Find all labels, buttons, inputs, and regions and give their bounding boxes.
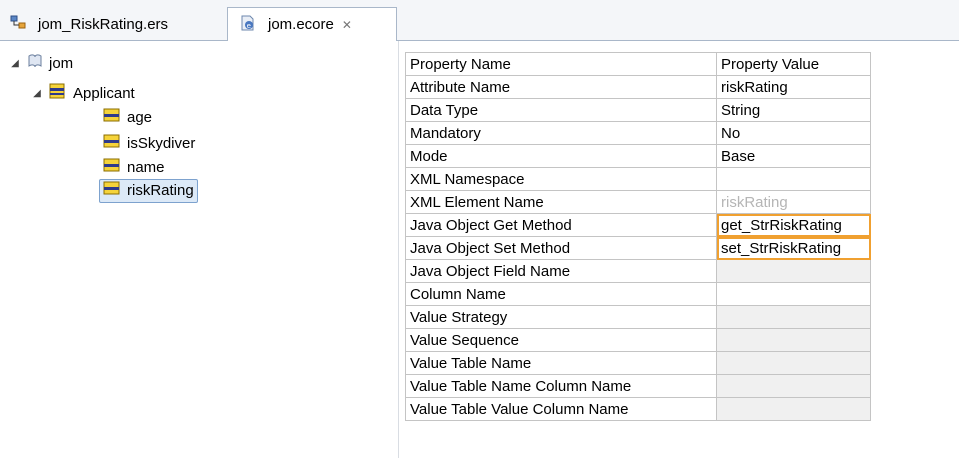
table-row[interactable]: XML Element Name riskRating	[405, 190, 871, 214]
table-header-row: Property Name Property Value	[405, 52, 871, 76]
tree-label: Applicant	[73, 84, 135, 102]
property-value-cell[interactable]: String	[716, 98, 871, 122]
package-icon	[27, 53, 43, 73]
table-row[interactable]: Java Object Get Method get_StrRiskRating	[405, 213, 871, 237]
property-value-cell[interactable]	[716, 167, 871, 191]
table-row[interactable]: Java Object Set Method set_StrRiskRating	[405, 236, 871, 260]
property-value-cell-disabled	[716, 305, 871, 329]
property-value-cell-disabled	[716, 259, 871, 283]
tab-label: jom_RiskRating.ers	[38, 15, 169, 33]
tab-jom-riskrating-ers[interactable]: jom_RiskRating.ers	[0, 7, 227, 41]
property-value-cell-highlighted[interactable]: get_StrRiskRating	[716, 213, 871, 237]
svg-text:e: e	[247, 22, 251, 30]
property-name-cell: XML Namespace	[405, 167, 717, 191]
tree-label: name	[127, 158, 165, 176]
expanded-triangle-icon[interactable]: ◢	[9, 58, 21, 69]
table-row[interactable]: Value Strategy	[405, 305, 871, 329]
expanded-triangle-icon[interactable]: ◢	[31, 88, 43, 99]
property-name-cell: Attribute Name	[405, 75, 717, 99]
close-icon[interactable]: ✕	[342, 18, 352, 32]
property-value-cell-disabled	[716, 397, 871, 421]
table-row[interactable]: Column Name	[405, 282, 871, 306]
tab-label: jom.ecore	[268, 16, 334, 33]
tree-node-attribute[interactable]: isSkydiver	[103, 131, 195, 155]
property-value-cell-highlighted[interactable]: set_StrRiskRating	[716, 236, 871, 260]
panel-divider	[398, 41, 399, 458]
table-row[interactable]: Value Sequence	[405, 328, 871, 352]
tree-node-attribute[interactable]: age	[103, 105, 152, 129]
property-name-cell: Mode	[405, 144, 717, 168]
property-name-cell: Column Name	[405, 282, 717, 306]
property-value-cell[interactable]: Base	[716, 144, 871, 168]
properties-table: Property Name Property Value Attribute N…	[405, 52, 871, 421]
table-row[interactable]: Mandatory No	[405, 121, 871, 145]
property-value-cell[interactable]: No	[716, 121, 871, 145]
ers-diagram-icon	[10, 14, 26, 34]
table-row[interactable]: Mode Base	[405, 144, 871, 168]
property-name-cell: Java Object Field Name	[405, 259, 717, 283]
tree-label: riskRating	[127, 182, 194, 199]
tree-label: jom	[49, 54, 74, 72]
tree-label: age	[127, 108, 153, 126]
table-row[interactable]: XML Namespace	[405, 167, 871, 191]
property-name-cell: Value Table Value Column Name	[405, 397, 717, 421]
column-header-property-value: Property Value	[716, 52, 871, 76]
property-name-cell: Value Table Name Column Name	[405, 374, 717, 398]
tree-node-class[interactable]: ◢ Applicant	[31, 81, 135, 105]
property-value-cell[interactable]: riskRating	[716, 75, 871, 99]
property-value-cell-disabled	[716, 374, 871, 398]
tree-node-root[interactable]: ◢ jom	[9, 51, 73, 75]
tree-label: isSkydiver	[127, 134, 196, 152]
class-icon	[49, 83, 67, 103]
property-name-cell: XML Element Name	[405, 190, 717, 214]
ecore-file-icon: e	[240, 15, 256, 35]
property-name-cell: Value Strategy	[405, 305, 717, 329]
attribute-icon	[103, 157, 121, 177]
table-row[interactable]: Value Table Name	[405, 351, 871, 375]
property-value-cell-disabled	[716, 351, 871, 375]
editor-tab-bar: jom_RiskRating.ers e jom.ecore ✕	[0, 0, 959, 41]
property-name-cell: Mandatory	[405, 121, 717, 145]
table-row[interactable]: Attribute Name riskRating	[405, 75, 871, 99]
tree-node-attribute[interactable]: name	[103, 155, 165, 179]
property-value-cell-readonly: riskRating	[716, 190, 871, 214]
tab-jom-ecore[interactable]: e jom.ecore ✕	[227, 7, 397, 41]
attribute-icon	[103, 107, 121, 127]
attribute-icon	[103, 133, 121, 153]
property-name-cell: Value Table Name	[405, 351, 717, 375]
property-name-cell: Java Object Get Method	[405, 213, 717, 237]
property-name-cell: Java Object Set Method	[405, 236, 717, 260]
table-row[interactable]: Data Type String	[405, 98, 871, 122]
model-tree-panel: ◢ jom ◢ Applicant age isSkydiver name ri…	[0, 41, 398, 458]
selection-highlight[interactable]: riskRating	[99, 179, 198, 203]
column-header-property-name: Property Name	[405, 52, 717, 76]
property-name-cell: Value Sequence	[405, 328, 717, 352]
attribute-icon	[103, 180, 121, 203]
table-row[interactable]: Value Table Name Column Name	[405, 374, 871, 398]
property-value-cell-disabled	[716, 328, 871, 352]
tree-node-attribute-selected[interactable]: riskRating	[99, 179, 198, 203]
table-row[interactable]: Value Table Value Column Name	[405, 397, 871, 421]
property-value-cell[interactable]	[716, 282, 871, 306]
property-name-cell: Data Type	[405, 98, 717, 122]
table-row[interactable]: Java Object Field Name	[405, 259, 871, 283]
